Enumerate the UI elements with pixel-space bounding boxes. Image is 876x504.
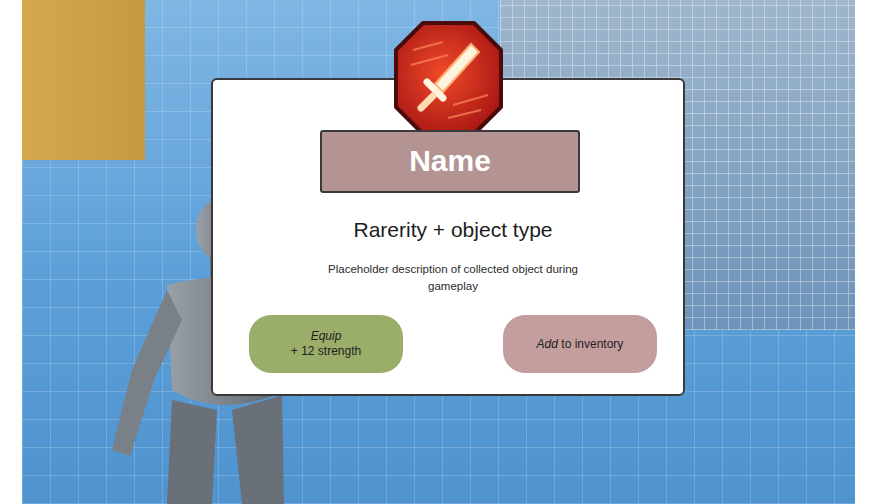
equip-bonus: + 12 strength xyxy=(291,344,361,359)
equip-button[interactable]: Equip+ 12 strength xyxy=(249,315,403,373)
game-view: Name Rarerity + object type Placeholder … xyxy=(0,0,876,504)
action-row: Equip+ 12 strength Addto inventory xyxy=(249,315,657,373)
yellow-block xyxy=(22,0,145,160)
item-description: Placeholder description of collected obj… xyxy=(303,261,603,295)
inventory-label: to inventory xyxy=(561,337,623,352)
inventory-emphasis: Add xyxy=(537,337,558,352)
item-name: Name xyxy=(320,130,580,193)
item-popup: Name Rarerity + object type Placeholder … xyxy=(211,78,685,396)
equip-label: Equip xyxy=(311,329,342,344)
item-type: Rarerity + object type xyxy=(249,217,657,243)
sword-icon xyxy=(393,20,504,137)
add-to-inventory-button[interactable]: Addto inventory xyxy=(503,315,657,373)
